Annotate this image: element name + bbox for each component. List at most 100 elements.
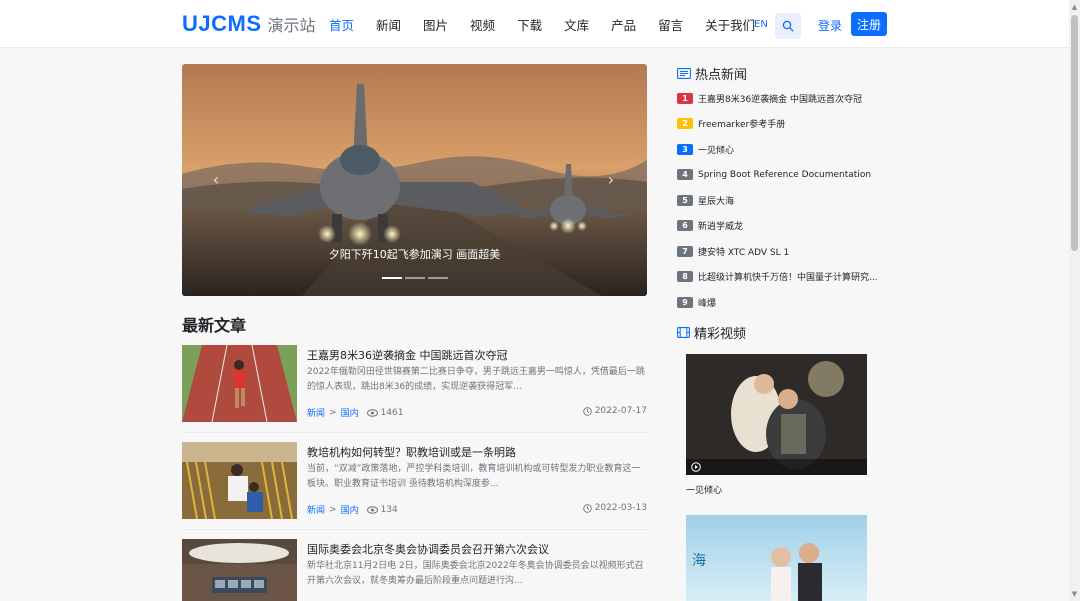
hot-news-item[interactable]: 3 一见倾心 <box>677 142 734 156</box>
article-title[interactable]: 王嘉男8米36逆袭摘金 中国跳远首次夺冠 <box>307 347 508 363</box>
article-divider <box>182 432 647 433</box>
carousel-indicator[interactable] <box>405 277 425 279</box>
video-play-bar <box>686 459 867 475</box>
hero-carousel[interactable]: ‹ › 夕阳下歼10起飞参加演习 画面超美 <box>182 64 647 296</box>
logo-sub-text: 演示站 <box>267 16 316 35</box>
hot-news-item[interactable]: 7 捷安特 XTC ADV SL 1 <box>677 244 789 258</box>
top-header: UJCMS 演示站 首页 新闻 图片 视频 下载 文库 产品 留言 关于我们 E… <box>0 0 1080 48</box>
rank-badge: 5 <box>677 194 693 206</box>
hot-news-link[interactable]: 王嘉男8米36逆袭摘金 中国跳远首次夺冠 <box>698 92 862 105</box>
carousel-indicator[interactable] <box>382 277 402 279</box>
hot-news-link[interactable]: Spring Boot Reference Documentation <box>698 170 871 180</box>
play-icon[interactable] <box>691 462 701 472</box>
scroll-up-arrow[interactable]: ▲ <box>1071 3 1078 11</box>
hot-news-link[interactable]: 星辰大海 <box>698 194 734 207</box>
article-date: 2022-03-13 <box>582 503 647 513</box>
rank-badge: 1 <box>677 92 693 104</box>
article-date-text: 2022-03-13 <box>594 503 647 513</box>
hot-news-item[interactable]: 8 比超级计算机快千万倍！中国量子计算研究... <box>677 270 878 284</box>
nav-item-home[interactable]: 首页 <box>318 15 365 34</box>
nav-item-products[interactable]: 产品 <box>600 15 647 34</box>
article-category-link[interactable]: 新闻 <box>307 406 325 419</box>
article-subcategory-link[interactable]: 国内 <box>341 503 359 516</box>
carousel-indicators <box>382 277 448 279</box>
eye-icon <box>366 505 378 514</box>
hot-news-link[interactable]: 峰爆 <box>698 296 716 309</box>
hot-news-item[interactable]: 5 星辰大海 <box>677 193 734 207</box>
nav-item-video[interactable]: 视频 <box>459 15 506 34</box>
carousel-next-arrow[interactable]: › <box>603 170 619 190</box>
video-card[interactable]: 海 <box>686 515 867 601</box>
article-meta: 新闻 > 国内 134 <box>307 503 398 517</box>
videos-heading: 精彩视频 <box>677 323 746 342</box>
article-item[interactable]: 教培机构如何转型？职教培训或是一条明路 当前，“双减”政策落地，严控学科类培训，… <box>182 442 647 530</box>
rank-badge: 7 <box>677 245 693 257</box>
article-thumbnail[interactable] <box>182 345 297 422</box>
hot-news-item[interactable]: 9 峰爆 <box>677 295 716 309</box>
article-item[interactable]: 国际奥委会北京冬奥会协调委员会召开第六次会议 新华社北京11月2日电 2日，国际… <box>182 539 647 601</box>
nav-item-download[interactable]: 下载 <box>506 15 553 34</box>
video-thumbnail[interactable]: 海 <box>686 515 867 601</box>
article-views: 134 <box>380 504 398 515</box>
carousel-prev-arrow[interactable]: ‹ <box>208 170 224 190</box>
article-divider <box>182 529 647 530</box>
hot-news-link[interactable]: 新逍学威龙 <box>698 219 743 232</box>
rank-badge: 9 <box>677 296 693 308</box>
article-subcategory-link[interactable]: 国内 <box>341 406 359 419</box>
article-thumbnail[interactable] <box>182 442 297 519</box>
nav-item-images[interactable]: 图片 <box>412 15 459 34</box>
video-title[interactable]: 一见倾心 <box>686 483 722 496</box>
hot-news-item[interactable]: 4 Spring Boot Reference Documentation <box>677 168 871 182</box>
hot-news-item[interactable]: 1 王嘉男8米36逆袭摘金 中国跳远首次夺冠 <box>677 91 862 105</box>
page-scrollbar[interactable]: ▲ ▼ <box>1069 0 1080 601</box>
breadcrumb-separator: > <box>329 504 337 515</box>
videos-title: 精彩视频 <box>694 327 747 342</box>
hot-news-heading: 热点新闻 <box>677 64 747 83</box>
rank-badge: 2 <box>677 118 693 129</box>
article-date-text: 2022-07-17 <box>594 406 647 416</box>
breadcrumb-separator: > <box>329 407 337 418</box>
rank-badge: 6 <box>677 220 693 231</box>
hot-news-title: 热点新闻 <box>695 68 748 83</box>
nav-item-message[interactable]: 留言 <box>647 15 694 34</box>
scroll-down-arrow[interactable]: ▼ <box>1071 590 1078 598</box>
video-thumbnail[interactable] <box>686 354 867 475</box>
hot-news-link[interactable]: 比超级计算机快千万倍！中国量子计算研究... <box>698 270 878 283</box>
hot-news-item[interactable]: 2 Freemarker参考手册 <box>677 117 785 131</box>
article-thumbnail[interactable] <box>182 539 297 601</box>
nav-item-library[interactable]: 文库 <box>553 15 600 34</box>
rank-badge: 3 <box>677 143 693 155</box>
login-button[interactable]: 登录 <box>813 13 847 37</box>
hot-news-link[interactable]: Freemarker参考手册 <box>698 117 785 130</box>
eye-icon <box>366 408 378 417</box>
article-date: 2022-07-17 <box>582 406 647 416</box>
hot-news-link[interactable]: 一见倾心 <box>698 143 734 156</box>
article-category-link[interactable]: 新闻 <box>307 503 325 516</box>
register-button[interactable]: 注册 <box>851 12 887 36</box>
film-icon <box>677 327 690 338</box>
hot-news-item[interactable]: 6 新逍学威龙 <box>677 219 743 233</box>
scrollbar-thumb[interactable] <box>1071 15 1078 251</box>
latest-articles-heading: 最新文章 <box>182 316 247 335</box>
search-button[interactable] <box>775 13 801 39</box>
video-card[interactable]: 一见倾心 <box>686 354 867 496</box>
article-title[interactable]: 国际奥委会北京冬奥会协调委员会召开第六次会议 <box>307 541 549 557</box>
site-logo[interactable]: UJCMS 演示站 <box>182 11 316 37</box>
nav-item-news[interactable]: 新闻 <box>365 15 412 34</box>
newspaper-icon <box>677 68 691 79</box>
article-title[interactable]: 教培机构如何转型？职教培训或是一条明路 <box>307 444 516 460</box>
search-icon <box>782 20 794 32</box>
logo-main-text: UJCMS <box>182 11 262 36</box>
rank-badge: 4 <box>677 169 693 180</box>
article-meta: 新闻 > 国内 1461 <box>307 406 404 420</box>
hot-news-link[interactable]: 捷安特 XTC ADV SL 1 <box>698 245 789 258</box>
article-item[interactable]: 王嘉男8米36逆袭摘金 中国跳远首次夺冠 2022年俄勒冈田径世锦赛第二比赛日争… <box>182 345 647 433</box>
article-summary: 新华社北京11月2日电 2日，国际奥委会北京2022年冬奥会协调委员会以视频形式… <box>307 561 644 586</box>
language-switch[interactable]: EN <box>754 19 768 30</box>
clock-icon <box>582 503 592 513</box>
article-views: 1461 <box>380 407 404 418</box>
carousel-indicator[interactable] <box>428 277 448 279</box>
article-summary: 当前，“双减”政策落地，严控学科类培训，教育培训机构或可转型发力职业教育这一板块… <box>307 464 641 489</box>
svg-text:海: 海 <box>692 553 706 569</box>
main-nav: 首页 新闻 图片 视频 下载 文库 产品 留言 关于我们 <box>318 0 766 48</box>
